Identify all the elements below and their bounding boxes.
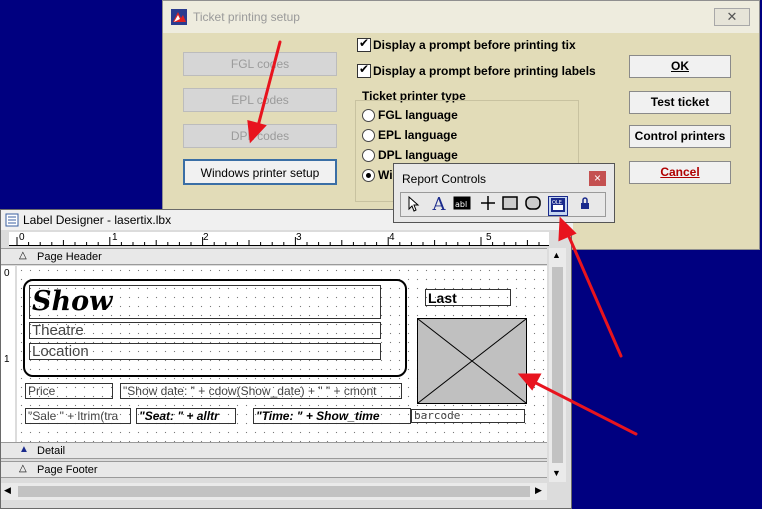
arrow-to-windows-printer-setup [247,40,282,144]
annotation-arrows-overlay [247,40,638,436]
arrow-to-image-placeholder [517,373,638,436]
arrow-to-ole-tool [558,216,623,358]
